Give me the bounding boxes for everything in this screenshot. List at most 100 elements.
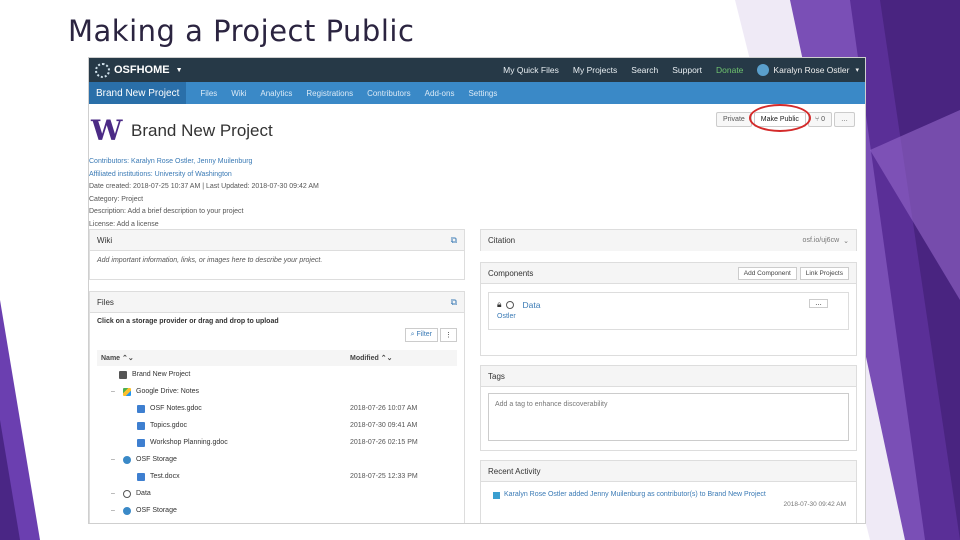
column-name-label: Name: [101, 355, 121, 362]
table-row[interactable]: Test.docx 2018-07-25 12:33 PM: [97, 468, 457, 485]
gear-icon: [123, 455, 131, 464]
expand-toggle-icon[interactable]: –: [111, 456, 123, 463]
file-name-cell: – OSF Storage: [97, 455, 350, 464]
nav-search[interactable]: Search: [631, 65, 658, 75]
osf-screenshot: OSFHOME ▼ My Quick Files My Projects Sea…: [88, 57, 866, 524]
activity-entry[interactable]: Karalyn Rose Ostler added Jenny Muilenbu…: [504, 491, 766, 498]
tab-add-ons[interactable]: Add-ons: [425, 89, 455, 98]
file-name[interactable]: OSF Storage: [136, 507, 177, 514]
component-owner[interactable]: Ostler: [497, 313, 840, 320]
files-grid-header: Name ⌃⌄ Modified ⌃⌄: [97, 350, 457, 366]
table-row[interactable]: Topics.gdoc 2018-07-30 09:41 AM: [97, 417, 457, 434]
file-name[interactable]: Test.docx: [150, 473, 180, 480]
tab-settings[interactable]: Settings: [468, 89, 497, 98]
column-modified[interactable]: Modified ⌃⌄: [350, 354, 392, 362]
user-menu[interactable]: Karalyn Rose Ostler ▾: [757, 64, 859, 76]
file-name[interactable]: Workshop Planning.gdoc: [150, 439, 228, 446]
table-row[interactable]: Brand New Project: [97, 366, 457, 383]
fork-button[interactable]: ⑂ 0: [807, 112, 832, 127]
citation-panel[interactable]: Citation osf.io/uj6cw ⌄: [480, 229, 857, 251]
project-dates: Date created: 2018-07-25 10:37 AM | Last…: [89, 183, 319, 190]
file-name[interactable]: OSF Notes.gdoc: [150, 405, 202, 412]
component-item[interactable]: 🔒︎ Data Ostler …: [488, 292, 849, 330]
table-row[interactable]: – Data: [97, 485, 457, 502]
user-name: Karalyn Rose Ostler: [773, 65, 850, 75]
sort-icon: ⌃⌄: [122, 355, 134, 362]
file-name-cell: – Google Drive: Notes: [97, 387, 350, 396]
table-row[interactable]: – Google Drive: Notes: [97, 383, 457, 400]
add-component-button[interactable]: Add Component: [737, 266, 797, 280]
citation-title: Citation: [488, 236, 516, 245]
file-name-cell: – Data: [97, 489, 350, 498]
osf-home-logo[interactable]: OSFHOME ▼: [95, 62, 183, 78]
external-link-icon[interactable]: ⧉: [451, 235, 457, 246]
tab-analytics[interactable]: Analytics: [260, 89, 292, 98]
description-value[interactable]: Add a brief description to your project: [128, 208, 244, 215]
top-navbar: OSFHOME ▼ My Quick Files My Projects Sea…: [89, 58, 865, 82]
link-projects-button[interactable]: Link Projects: [799, 266, 849, 280]
nav-support[interactable]: Support: [672, 65, 702, 75]
private-button[interactable]: Private: [716, 112, 752, 127]
table-row[interactable]: – OSF Storage: [97, 451, 457, 468]
file-name-cell: OSF Notes.gdoc: [97, 404, 350, 413]
filter-button[interactable]: ⌕ Filter: [404, 328, 438, 342]
file-name[interactable]: OSF Storage: [136, 456, 177, 463]
institution-logo: W: [91, 114, 123, 147]
tags-input[interactable]: Add a tag to enhance discoverability: [488, 393, 849, 441]
project-metadata: Contributors: Karalyn Rose Ostler, Jenny…: [89, 156, 865, 231]
wiki-placeholder[interactable]: Add important information, links, or ima…: [90, 251, 464, 270]
highlight-circle-annotation: [749, 104, 811, 132]
files-panel-title: Files: [97, 297, 114, 307]
drive-icon: [123, 387, 131, 396]
chevron-down-icon: ▾: [855, 67, 859, 74]
table-row[interactable]: Workshop Planning.gdoc 2018-07-26 02:15 P…: [97, 434, 457, 451]
file-name[interactable]: Data: [136, 490, 151, 497]
nav-my-projects[interactable]: My Projects: [573, 65, 617, 75]
file-modified: 2018-07-26 02:15 PM: [350, 439, 418, 446]
contributors-label: Contributors:: [89, 158, 130, 165]
circle-icon: [505, 300, 514, 309]
expand-toggle-icon[interactable]: –: [111, 507, 123, 514]
project-navbar: Brand New Project Files Wiki Analytics R…: [89, 82, 865, 104]
expand-toggle-icon[interactable]: –: [111, 388, 123, 395]
activity-date: 2018-07-30 09:42 AM: [783, 501, 846, 508]
filter-label: Filter: [416, 331, 432, 338]
slide-title: Making a Project Public: [68, 14, 415, 48]
nav-donate[interactable]: Donate: [716, 65, 743, 75]
file-name[interactable]: Brand New Project: [132, 371, 190, 378]
tab-contributors[interactable]: Contributors: [367, 89, 411, 98]
external-link-icon[interactable]: ⧉: [451, 297, 457, 308]
fork-count: 0: [821, 116, 825, 123]
recent-activity-title: Recent Activity: [488, 466, 541, 476]
table-row[interactable]: OSF Notes.gdoc 2018-07-26 10:07 AM: [97, 400, 457, 417]
file-name[interactable]: Topics.gdoc: [150, 422, 187, 429]
components-title: Components: [488, 268, 534, 278]
affiliated-institution[interactable]: University of Washington: [155, 171, 232, 178]
chevron-down-icon: ⌄: [843, 237, 849, 245]
tab-files[interactable]: Files: [200, 89, 217, 98]
column-modified-label: Modified: [350, 355, 379, 362]
column-name[interactable]: Name ⌃⌄: [97, 354, 350, 362]
tab-wiki[interactable]: Wiki: [231, 89, 246, 98]
file-name[interactable]: Google Drive: Notes: [136, 388, 199, 395]
tags-panel: Tags Add a tag to enhance discoverabilit…: [480, 365, 857, 451]
recent-activity-panel: Recent Activity Karalyn Rose Ostler adde…: [480, 460, 857, 523]
circle-icon: [123, 489, 131, 498]
slide-left-accent: [0, 300, 40, 540]
file-name-cell: – OSF Storage: [97, 506, 350, 515]
table-row[interactable]: – OSF Storage: [97, 502, 457, 519]
chevron-down-icon: ▼: [175, 66, 183, 74]
license-value[interactable]: Add a license: [117, 221, 159, 228]
tab-registrations[interactable]: Registrations: [306, 89, 353, 98]
contributors-list[interactable]: Karalyn Rose Ostler, Jenny Muilenburg: [131, 158, 252, 165]
nav-my-quick-files[interactable]: My Quick Files: [503, 65, 559, 75]
brand-label: OSFHOME: [114, 64, 170, 76]
component-title[interactable]: Data: [523, 300, 541, 310]
project-home-link[interactable]: Brand New Project: [89, 82, 187, 104]
more-options-button[interactable]: …: [834, 112, 855, 127]
component-more-button[interactable]: …: [809, 299, 828, 308]
expand-toggle-icon[interactable]: –: [111, 490, 123, 497]
file-options-button[interactable]: ⋮: [440, 328, 457, 342]
doc-icon: [137, 472, 145, 481]
file-name-cell: Test.docx: [97, 472, 350, 481]
